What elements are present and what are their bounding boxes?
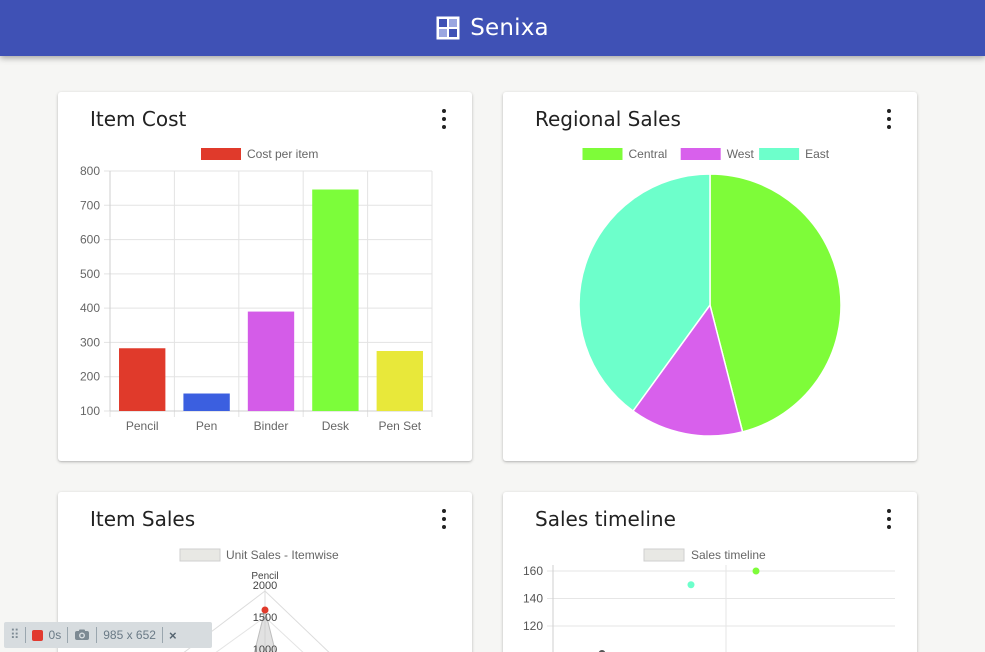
camera-icon[interactable]	[74, 629, 90, 641]
y-tick-label: 120	[523, 619, 543, 633]
legend-label: East	[805, 147, 830, 161]
divider	[96, 627, 98, 643]
y-tick-label: 300	[80, 335, 100, 349]
legend-swatch	[680, 148, 721, 160]
y-tick-label: 140	[523, 592, 543, 606]
y-tick-label: 800	[80, 164, 100, 178]
app-logo-icon	[436, 16, 460, 40]
bar-pen-set	[376, 351, 423, 411]
divider	[67, 627, 69, 643]
radar-tick-label: 2000	[253, 580, 277, 592]
bar-binder	[247, 311, 295, 411]
bar-pencil	[119, 348, 166, 411]
record-stop-icon[interactable]	[31, 629, 43, 641]
x-tick-label: Desk	[322, 419, 350, 433]
legend-swatch	[759, 148, 800, 160]
app-header: Senixa	[0, 0, 985, 56]
divider	[24, 627, 26, 643]
x-tick-label: Binder	[254, 419, 289, 433]
card-sales-timeline: Sales timeline Sales timeline 160 140 120	[503, 492, 917, 652]
app-title: Senixa	[470, 15, 549, 41]
radar-tick-label: 1500	[253, 612, 277, 624]
legend-swatch	[643, 548, 685, 562]
legend-swatch	[582, 148, 623, 160]
close-icon[interactable]: ×	[169, 628, 177, 643]
card-item-cost: Item Cost Cost per item 100 200 300 400 500 60…	[58, 92, 472, 461]
radar-tick-label: 1000	[253, 644, 277, 652]
y-tick-label: 400	[80, 301, 100, 315]
data-point	[752, 567, 760, 575]
legend-swatch	[201, 148, 241, 160]
y-tick-label: 100	[80, 404, 100, 418]
legend-label: Central	[629, 147, 668, 161]
elapsed-time: 0s	[48, 628, 62, 642]
card-regional-sales: Regional Sales Central West East	[503, 92, 917, 461]
x-tick-label: Pen	[196, 419, 217, 433]
legend-label: West	[727, 147, 755, 161]
brand[interactable]: Senixa	[436, 15, 549, 41]
bar-chart: Cost per item 100 200 300 400 500 600 700 800 Pen…	[80, 147, 433, 433]
scatter-chart: Sales timeline 160 140 120	[523, 548, 895, 652]
bar-desk	[312, 189, 359, 411]
x-tick-label: Pen Set	[378, 419, 421, 433]
x-tick-label: Pencil	[126, 419, 159, 433]
legend-label: Unit Sales - Itemwise	[226, 548, 339, 562]
y-tick-label: 700	[80, 198, 100, 212]
y-tick-label: 200	[80, 370, 100, 384]
legend-swatch	[179, 548, 221, 562]
viewport-dimensions: 985 x 652	[103, 628, 156, 642]
y-tick-label: 500	[80, 267, 100, 281]
pie-chart: Central West East	[578, 147, 842, 437]
data-point	[687, 581, 695, 589]
divider	[161, 627, 163, 643]
legend-label: Sales timeline	[691, 548, 766, 562]
y-tick-label: 160	[523, 564, 543, 578]
bar-pen	[183, 393, 230, 411]
y-tick-label: 600	[80, 233, 100, 247]
legend-label: Cost per item	[247, 147, 318, 161]
recorder-toolbar: ⠿ 0s 985 x 652 ×	[4, 622, 212, 648]
drag-handle-icon[interactable]: ⠿	[10, 627, 19, 643]
